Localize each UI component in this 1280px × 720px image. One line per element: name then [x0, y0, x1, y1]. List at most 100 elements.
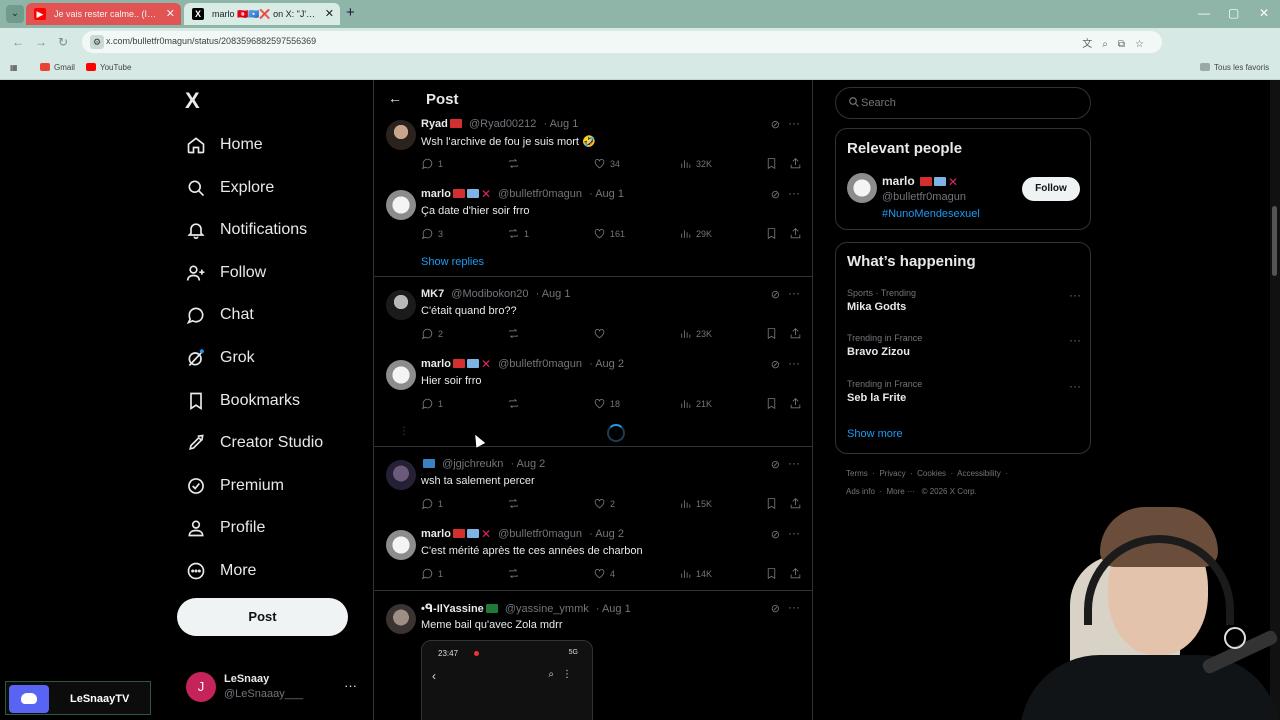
- tweet-date[interactable]: · Aug 1: [596, 603, 631, 615]
- post-button[interactable]: Post: [177, 598, 348, 636]
- retweet-button[interactable]: [507, 397, 524, 410]
- nav-home[interactable]: Home: [186, 128, 263, 162]
- bookmark-gmail[interactable]: Gmail: [40, 63, 75, 72]
- grok-icon[interactable]: ⊘: [771, 118, 780, 131]
- close-tab-icon[interactable]: ✕: [325, 7, 334, 20]
- share-button[interactable]: [789, 497, 806, 510]
- views-button[interactable]: 15K: [679, 497, 712, 510]
- author-name[interactable]: marlo: [421, 358, 451, 370]
- more-options-icon[interactable]: ···: [1069, 288, 1081, 302]
- more-options-icon[interactable]: ···: [788, 456, 800, 470]
- avatar[interactable]: [386, 120, 416, 150]
- url-text[interactable]: x.com/bulletfr0magun/status/208359688259…: [106, 36, 316, 46]
- more-options-icon[interactable]: ···: [788, 600, 800, 614]
- account-menu-icon[interactable]: ···: [344, 678, 357, 693]
- bookmark-button[interactable]: [765, 397, 782, 410]
- nav-more[interactable]: More: [186, 554, 256, 588]
- author-handle[interactable]: @Ryad00212: [469, 118, 536, 130]
- apps-icon[interactable]: ▦: [10, 63, 18, 72]
- nav-profile[interactable]: Profile: [186, 511, 265, 545]
- share-button[interactable]: [789, 397, 806, 410]
- scrollbar-thumb[interactable]: [1272, 206, 1277, 276]
- author-name[interactable]: •ᑫ-IlYassine: [421, 603, 484, 615]
- bookmark-youtube[interactable]: YouTube: [86, 63, 131, 72]
- grok-icon[interactable]: ⊘: [771, 188, 780, 201]
- author-handle[interactable]: @bulletfr0magun: [498, 358, 582, 370]
- like-button[interactable]: 34: [593, 157, 620, 170]
- relevant-person-bio[interactable]: #NunoMendesexuel: [882, 208, 980, 220]
- site-info-icon[interactable]: ⚙: [90, 35, 104, 49]
- tweet[interactable]: marlo ✕ @bulletfr0magun · Aug 2 Hier soir…: [374, 356, 812, 428]
- reply-button[interactable]: 3: [421, 227, 443, 240]
- back-icon[interactable]: ←: [12, 35, 24, 49]
- reply-button[interactable]: 1: [421, 497, 443, 510]
- grok-icon[interactable]: ⊘: [771, 288, 780, 301]
- bookmark-button[interactable]: [765, 227, 782, 240]
- views-button[interactable]: 14K: [679, 567, 712, 580]
- back-arrow-icon[interactable]: ←: [388, 90, 402, 106]
- more-options-icon[interactable]: ···: [788, 286, 800, 300]
- forward-icon[interactable]: →: [35, 35, 47, 49]
- tweet-date[interactable]: · Aug 1: [536, 288, 571, 300]
- grok-icon[interactable]: ⊘: [771, 358, 780, 371]
- reply-button[interactable]: 2: [421, 327, 443, 340]
- views-button[interactable]: 29K: [679, 227, 712, 240]
- nav-premium[interactable]: Premium: [186, 469, 284, 503]
- author-name[interactable]: MK7: [421, 288, 444, 300]
- author-handle[interactable]: @yassine_ymmk: [505, 603, 589, 615]
- avatar[interactable]: [386, 190, 416, 220]
- minimize-icon[interactable]: —: [1198, 6, 1210, 20]
- author-handle[interactable]: @Modibokon20: [451, 288, 528, 300]
- grok-icon[interactable]: ⊘: [771, 528, 780, 541]
- tweet-date[interactable]: · Aug 1: [589, 188, 624, 200]
- grok-icon[interactable]: ⊘: [771, 458, 780, 471]
- follow-button[interactable]: Follow: [1022, 177, 1080, 201]
- relevant-person-name[interactable]: marlo ✕: [882, 174, 958, 188]
- retweet-button[interactable]: 1: [507, 227, 529, 240]
- browser-tab-x[interactable]: X marlo 🇹🇳🇸🇴❌ on X: "J'vous la... ✕: [184, 3, 340, 25]
- like-button[interactable]: 161: [593, 227, 625, 240]
- avatar[interactable]: [386, 460, 416, 490]
- avatar[interactable]: [847, 173, 877, 203]
- post-timeline[interactable]: ← Post Ryad @Ryad00212 · Aug 1 Wsh l'arc…: [373, 80, 813, 720]
- retweet-button[interactable]: [507, 567, 524, 580]
- more-options-icon[interactable]: ···: [788, 356, 800, 370]
- author-name[interactable]: Ryad: [421, 118, 448, 130]
- tweet-media-image[interactable]: 23:47 5G ‹ ⌕⋮: [421, 640, 593, 720]
- like-button[interactable]: 4: [593, 567, 615, 580]
- url-tools-icons[interactable]: 文⌕⧉☆: [1082, 35, 1154, 50]
- author-handle[interactable]: @jgjchreukn: [442, 458, 503, 470]
- bookmark-button[interactable]: [765, 497, 782, 510]
- avatar[interactable]: [386, 604, 416, 634]
- reply-button[interactable]: 1: [421, 567, 443, 580]
- close-tab-icon[interactable]: ✕: [166, 7, 175, 20]
- reply-button[interactable]: 1: [421, 397, 443, 410]
- author-handle[interactable]: @bulletfr0magun: [498, 528, 582, 540]
- avatar[interactable]: [386, 360, 416, 390]
- relevant-person-handle[interactable]: @bulletfr0magun: [882, 191, 966, 203]
- views-button[interactable]: 23K: [679, 327, 712, 340]
- footer-accessibility[interactable]: Accessibility: [957, 469, 1001, 478]
- close-window-icon[interactable]: ✕: [1259, 6, 1269, 20]
- show-more-link[interactable]: Show more: [847, 428, 903, 440]
- footer-ads-info[interactable]: Ads info: [846, 487, 875, 496]
- tweet[interactable]: Ryad @Ryad00212 · Aug 1 Wsh l'archive de…: [374, 116, 812, 188]
- nav-bookmarks[interactable]: Bookmarks: [186, 384, 300, 418]
- account-avatar[interactable]: J: [186, 672, 216, 702]
- trend-item[interactable]: Trending in France Seb la Frite ···: [847, 379, 1081, 404]
- tweet[interactable]: @jgjchreukn · Aug 2 wsh ta salement perc…: [374, 456, 812, 528]
- tweet-date[interactable]: · Aug 2: [589, 528, 624, 540]
- grok-icon[interactable]: ⊘: [771, 602, 780, 615]
- like-button[interactable]: 18: [593, 397, 620, 410]
- all-bookmarks[interactable]: Tous les favoris: [1200, 63, 1269, 72]
- bookmark-button[interactable]: [765, 567, 782, 580]
- like-button[interactable]: 2: [593, 497, 615, 510]
- new-tab-button[interactable]: +: [346, 4, 355, 21]
- account-handle[interactable]: @LeSnaaay___: [224, 688, 303, 700]
- nav-creator-studio[interactable]: Creator Studio: [186, 426, 323, 460]
- like-button[interactable]: [593, 327, 610, 340]
- bookmark-button[interactable]: [765, 157, 782, 170]
- footer-more[interactable]: More ···: [886, 487, 914, 496]
- more-options-icon[interactable]: ···: [1069, 379, 1081, 393]
- views-button[interactable]: 21K: [679, 397, 712, 410]
